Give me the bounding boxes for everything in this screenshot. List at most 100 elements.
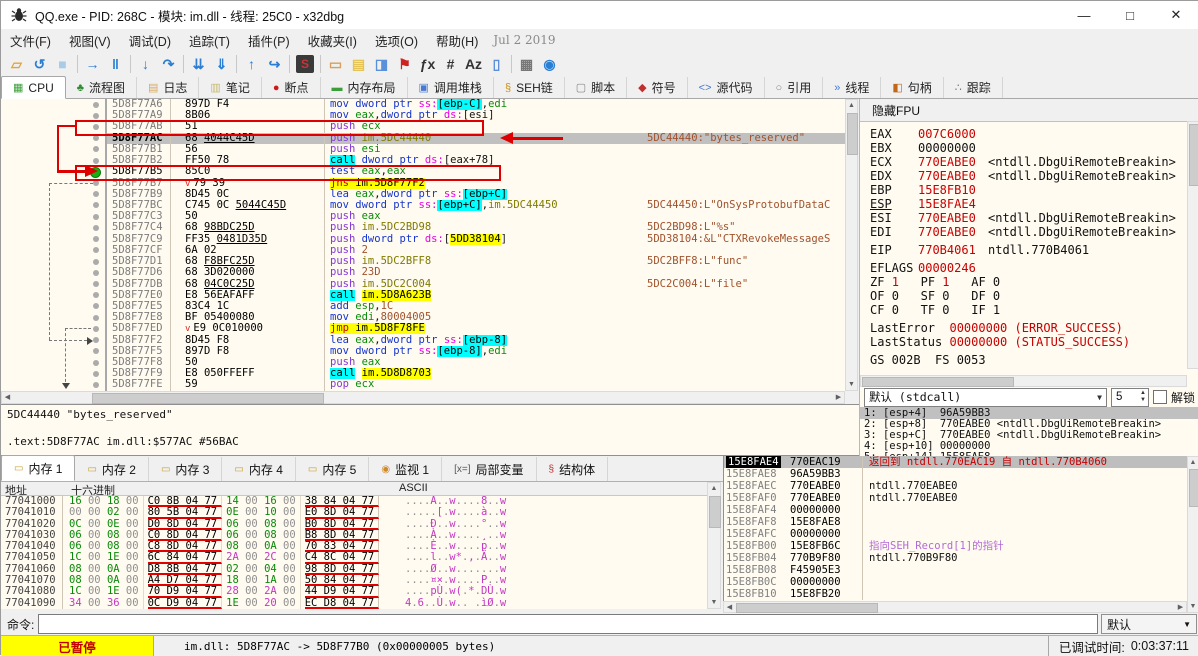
menu-item-7[interactable]: 帮助(H)	[427, 33, 487, 51]
step-out-icon[interactable]: ↑	[240, 54, 263, 74]
step-into-icon[interactable]: ↓	[134, 54, 157, 74]
flags-row[interactable]: OF 0 SF 0 DF 0	[860, 289, 1198, 303]
disasm-row[interactable]: 5D8F77F8 50 push eax	[1, 357, 845, 369]
segment-registers-row[interactable]: GS 002B FS 0053	[860, 353, 1198, 367]
hash-icon[interactable]: #	[439, 54, 462, 74]
breakpoint-dot-icon[interactable]	[93, 247, 99, 254]
calculator-icon[interactable]: ▦	[515, 54, 538, 74]
settings-device-icon[interactable]: ▯	[485, 54, 508, 74]
breakpoint-dot-icon[interactable]	[93, 258, 99, 265]
disasm-row[interactable]: 5D8F77CF 6A 02 push 2	[1, 244, 845, 257]
call-arguments-list[interactable]: 1: [esp+4] 96A59BB3 2: [esp+8] 770EABE0 <…	[860, 407, 1198, 463]
strings-icon[interactable]: Az	[462, 54, 485, 74]
tab-内存 2[interactable]: ▭ 内存 2	[75, 457, 149, 481]
breakpoint-dot-icon[interactable]	[93, 101, 99, 108]
disasm-row[interactable]: 5D8F77B5 85C0 test eax,eax	[1, 166, 845, 179]
breakpoint-dot-icon[interactable]	[93, 325, 99, 332]
tab-脚本[interactable]: ▢ 脚本	[565, 77, 628, 98]
stack-row[interactable]: 15E8FAEC 770EABE0 ntdll.770EABE0	[724, 480, 1187, 492]
register-row[interactable]: EAX 007C6000	[860, 127, 1198, 141]
patches-icon[interactable]: ▭	[324, 54, 347, 74]
pause-icon[interactable]: ‖	[104, 54, 127, 74]
tab-内存 3[interactable]: ▭ 内存 3	[149, 457, 223, 481]
memory-dump-rows[interactable]: 77041000 16 00 18 00 C0 8B 04 77 14 00 16 0…	[1, 496, 707, 609]
regs-hscroll-thumb[interactable]	[862, 377, 1014, 387]
open-folder-icon[interactable]: ▱	[5, 54, 28, 74]
calling-convention-combo[interactable]: 默认 (stdcall) ▼	[864, 387, 1107, 407]
minimize-button[interactable]: —	[1061, 1, 1107, 29]
breakpoint-dot-icon[interactable]	[93, 224, 99, 231]
menu-item-2[interactable]: 调试(D)	[120, 33, 180, 51]
stack-row[interactable]: 15E8FB10 15E8FB20	[724, 588, 1187, 600]
stack-vscrollbar[interactable]: ▲ ▼	[1187, 456, 1198, 613]
menu-item-4[interactable]: 插件(P)	[239, 33, 299, 51]
arg-count-spinner[interactable]: 5 ▲ ▼	[1110, 387, 1149, 407]
breakpoint-dot-icon[interactable]	[93, 269, 99, 276]
trace-into-icon[interactable]: ⇊	[187, 54, 210, 74]
breakpoint-dot-icon[interactable]	[93, 303, 99, 310]
breakpoint-dot-icon[interactable]	[93, 348, 99, 355]
menu-item-0[interactable]: 文件(F)	[1, 33, 60, 51]
run-to-user-code-icon[interactable]: ↪	[263, 54, 286, 74]
menu-item-1[interactable]: 视图(V)	[60, 33, 120, 51]
last-error-row[interactable]: LastError 00000000 (ERROR_SUCCESS)	[860, 321, 1198, 335]
globe-icon[interactable]: ◉	[538, 54, 561, 74]
command-input[interactable]	[38, 614, 1098, 634]
breakpoint-dot-icon[interactable]	[93, 112, 99, 119]
register-row[interactable]: EBP 15E8FB10	[860, 183, 1198, 197]
close-button[interactable]: ✕	[1153, 1, 1198, 29]
labels-icon[interactable]: ◨	[370, 54, 393, 74]
register-row[interactable]: ESI 770EABE0 <ntdll.DbgUiRemoteBreakin>	[860, 211, 1198, 225]
menu-item-6[interactable]: 选项(O)	[366, 33, 427, 51]
last-error-row[interactable]: LastStatus 00000000 (STATUS_SUCCESS)	[860, 335, 1198, 349]
tab-断点[interactable]: ● 断点	[262, 77, 321, 98]
tab-跟踪[interactable]: ∴ 跟踪	[944, 77, 1003, 98]
register-row[interactable]: EDX 770EABE0 <ntdll.DbgUiRemoteBreakin>	[860, 169, 1198, 183]
bookmarks-icon[interactable]: ⚑	[393, 54, 416, 74]
tab-线程[interactable]: » 线程	[823, 77, 882, 98]
disasm-row[interactable]: 5D8F77BC C745 0C 5044C45D mov dword ptr ss…	[1, 199, 845, 212]
disasm-row[interactable]: 5D8F77FE 59 pop ecx	[1, 379, 845, 391]
step-over-icon[interactable]: ↷	[157, 54, 180, 74]
tab-源代码[interactable]: <> 源代码	[688, 77, 765, 98]
register-row[interactable]: ESP 15E8FAE4	[860, 197, 1198, 211]
register-row[interactable]: EFLAGS 00000246	[860, 261, 1198, 275]
breakpoint-dot-icon[interactable]	[93, 146, 99, 153]
disasm-row[interactable]: 5D8F77F9 E8 050FFEFF call im.5D8D8703	[1, 368, 845, 380]
disasm-row[interactable]: 5D8F77B1 56 push esi	[1, 143, 845, 156]
disasm-row[interactable]: 5D8F77B7 v 79 39 jns im.5D8F77F2	[1, 177, 845, 189]
disasm-row[interactable]: 5D8F77D6 68 3D020000 push 23D	[1, 267, 845, 279]
disasm-row[interactable]: 5D8F77E8 BF 05400080 mov edi,80004005	[1, 312, 845, 324]
tab-CPU[interactable]: ▦ CPU	[1, 76, 66, 99]
disasm-row[interactable]: 5D8F77A6 897D F4 mov dword ptr ss:[ebp-C],…	[1, 99, 845, 111]
hide-fpu-button[interactable]: 隐藏FPU	[860, 99, 1198, 122]
disasm-row[interactable]: 5D8F77AB 51 push ecx	[1, 121, 845, 133]
disasm-row[interactable]: 5D8F77A9 8B06 mov eax,dword ptr ds:[esi]	[1, 110, 845, 122]
tab-调用堆栈[interactable]: ▣ 调用堆栈	[408, 77, 494, 98]
disasm-row[interactable]: 5D8F77AC 68 4044C45D push im.5DC44440 5DC44…	[1, 132, 845, 144]
disassembly-view[interactable]: 5D8F77A6 897D F4 mov dword ptr ss:[ebp-C],…	[1, 99, 845, 391]
stack-hscrollbar[interactable]: ◀ ▶	[723, 601, 1187, 613]
stack-row[interactable]: 15E8FAE4 770EAC19 返回到 ntdll.770EAC19 自 ntd…	[724, 456, 1187, 468]
breakpoint-dot-icon[interactable]	[93, 213, 99, 220]
tab-监视 1[interactable]: ◉ 监视 1	[369, 457, 443, 481]
disasm-row[interactable]: 5D8F77C3 50 push eax	[1, 211, 845, 223]
stack-row[interactable]: 15E8FAFC 00000000	[724, 528, 1187, 540]
disasm-row[interactable]: 5D8F77C9 FF35 0481D35D push dword ptr ds:[…	[1, 233, 845, 245]
breakpoint-dot-icon[interactable]	[93, 236, 99, 243]
register-row[interactable]: EIP 770B4061 ntdll.770B4061	[860, 243, 1198, 257]
stop-icon[interactable]: ■	[51, 54, 74, 74]
breakpoint-dot-icon[interactable]	[93, 202, 99, 209]
breakpoint-dot-icon[interactable]	[93, 180, 99, 187]
disasm-hscrollbar[interactable]: ◀ ▶	[1, 391, 845, 404]
functions-icon[interactable]: ƒx	[416, 54, 439, 74]
command-profile-combo[interactable]: 默认 ▼	[1101, 614, 1197, 634]
run-icon[interactable]: →	[81, 54, 104, 74]
tab-流程图[interactable]: ♣ 流程图	[66, 77, 137, 98]
breakpoint-dot-icon[interactable]	[93, 381, 99, 388]
maximize-button[interactable]: □	[1107, 1, 1153, 29]
stack-row[interactable]: 15E8FB04 770B9F80 ntdll.770B9F80	[724, 552, 1187, 564]
tab-结构体[interactable]: § 结构体	[537, 457, 609, 481]
tab-内存 4[interactable]: ▭ 内存 4	[222, 457, 296, 481]
breakpoint-dot-icon[interactable]	[93, 370, 99, 377]
